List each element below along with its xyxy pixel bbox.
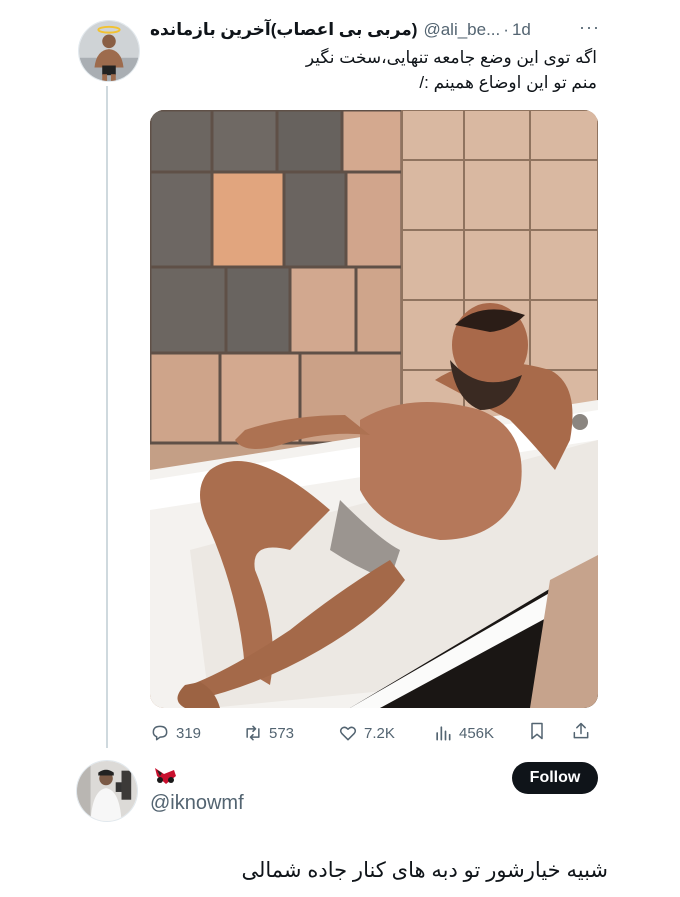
reply-author-handle[interactable]: @iknowmf [150, 792, 244, 815]
more-horizontal-icon[interactable]: ··· [579, 17, 600, 38]
tweet-text-line: اگه توی این وضع جامعه تنهایی،سخت نگیر [305, 48, 597, 67]
bookmark-action[interactable] [527, 721, 547, 745]
heart-icon [339, 726, 357, 741]
header-separator: · [503, 20, 509, 39]
views-action[interactable]: 456K [433, 723, 494, 743]
like-action[interactable]: 7.2K [338, 723, 395, 743]
share-action[interactable] [571, 721, 591, 745]
author-handle[interactable]: @ali_be... [423, 20, 500, 40]
retweet-icon [246, 725, 260, 741]
reply-card: @iknowmf Follow شبیه خیارشور تو دبه های … [62, 748, 618, 897]
author-avatar[interactable] [78, 20, 140, 82]
views-chart-icon [436, 726, 451, 741]
tweet-text: اگه توی این وضع جامعه تنهایی،سخت نگیر من… [150, 45, 597, 95]
retweet-count: 573 [269, 724, 295, 742]
thread-connector-line [106, 86, 108, 748]
tweet-media-photo[interactable] [150, 110, 598, 708]
reply-author-avatar[interactable] [76, 760, 138, 822]
like-count: 7.2K [364, 724, 395, 742]
tweet-action-bar: 319 573 7.2K 456K [150, 718, 598, 748]
share-icon [573, 722, 589, 739]
tweet-timestamp[interactable]: 1d [512, 20, 531, 40]
views-count: 456K [459, 724, 495, 742]
tweet-text-line: منم تو این اوضاع همینم :/ [419, 73, 597, 92]
toy-car-icon [155, 768, 176, 784]
tweet-header: (مربی بی اعصاب)آخرین بازمانده @ali_be...… [150, 14, 600, 46]
reply-text: شبیه خیارشور تو دبه های کنار جاده شمالی [241, 859, 608, 882]
reply-count: 319 [176, 724, 202, 742]
retweet-action[interactable]: 573 [243, 723, 294, 743]
author-display-name[interactable]: (مربی بی اعصاب)آخرین بازمانده [150, 20, 417, 40]
reply-action[interactable]: 319 [150, 723, 201, 743]
bookmark-icon [531, 722, 543, 740]
follow-button[interactable]: Follow [512, 762, 598, 794]
reply-icon [152, 725, 168, 741]
